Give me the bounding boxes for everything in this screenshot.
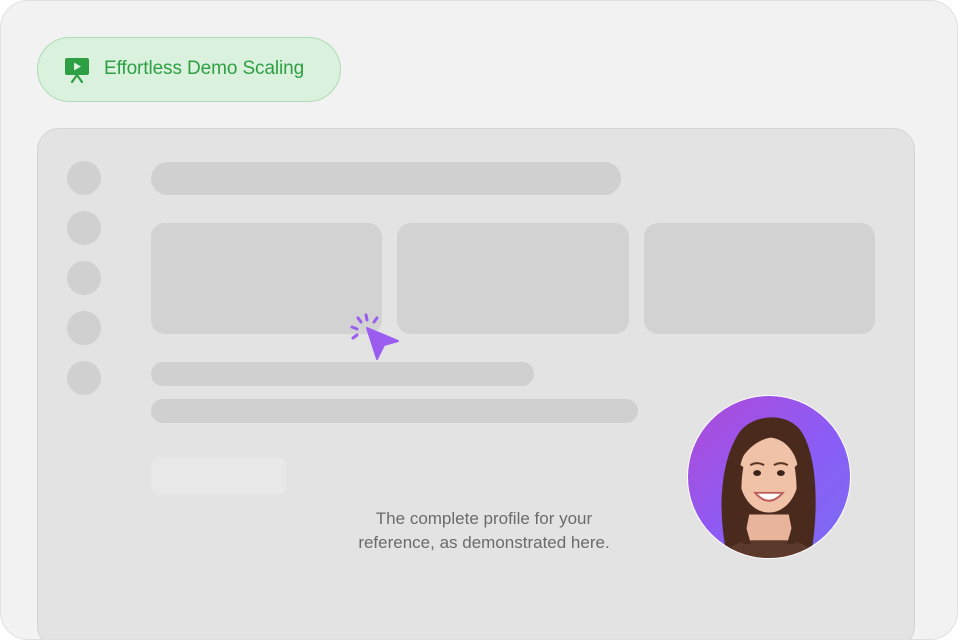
sidebar-placeholder-5: [67, 361, 101, 395]
app-skeleton-panel: The complete profile for your reference,…: [37, 128, 915, 639]
sidebar-placeholder-4: [67, 311, 101, 345]
caption-line-2: reference, as demonstrated here.: [358, 533, 610, 552]
sidebar-placeholder-2: [67, 211, 101, 245]
button-placeholder: [151, 457, 286, 495]
text-line-placeholder-2: [151, 399, 638, 423]
sidebar-placeholder-1: [67, 161, 101, 195]
badge-label: Effortless Demo Scaling: [104, 58, 305, 79]
text-line-placeholder-1: [151, 362, 534, 386]
presentation-icon: [65, 58, 89, 84]
card-placeholder-3: [644, 223, 875, 334]
header-placeholder: [151, 162, 621, 195]
feature-badge: Effortless Demo Scaling: [37, 37, 341, 102]
demo-frame: Effortless Demo Scaling The complete pro: [0, 0, 958, 640]
presenter-avatar: [687, 395, 851, 559]
caption-line-1: The complete profile for your: [375, 509, 593, 528]
click-cursor-icon: [350, 313, 399, 360]
sidebar-placeholder-3: [67, 261, 101, 295]
presenter-portrait: [715, 417, 823, 558]
card-placeholder-2: [397, 223, 629, 334]
caption: The complete profile for your reference,…: [308, 507, 660, 555]
